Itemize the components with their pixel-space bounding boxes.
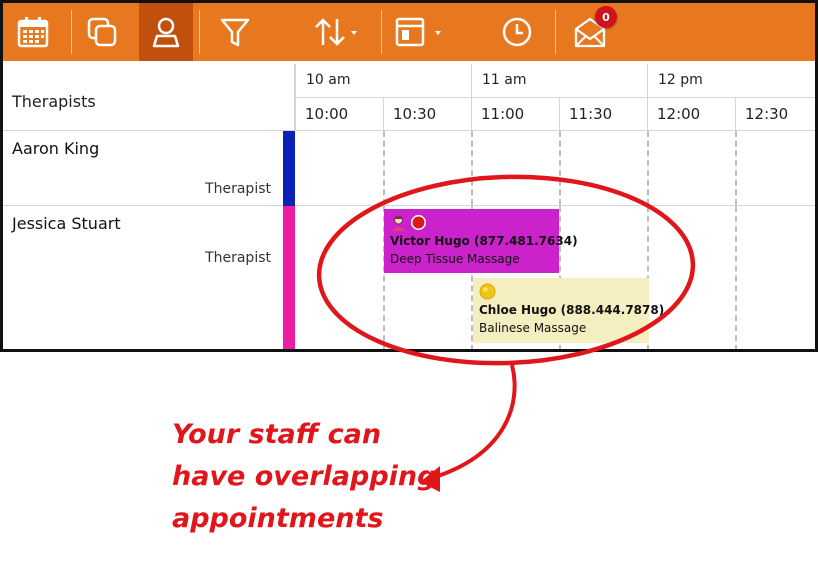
sort-icon [315,18,357,46]
appointment-card[interactable]: Chloe Hugo (888.444.7878) Balinese Massa… [473,278,665,343]
calendar-icon [17,17,49,48]
clock-icon [502,17,532,47]
clock-button[interactable] [490,3,544,61]
scheduler-window: 0 Therapists 10 am 11 am 12 pm 10:00 10:… [0,0,818,352]
time-cells-row[interactable] [295,131,815,206]
appointment-client: Victor Hugo (877.481.7634) [390,234,578,248]
slot-header: 10:00 [295,98,383,131]
resource-header-label: Therapists [12,92,96,111]
mail-button[interactable]: 0 [563,3,617,61]
filter-icon [220,18,250,47]
calendar-button[interactable] [6,3,60,61]
status-yellow-icon [479,283,496,299]
slot-header: 12:30 [735,98,815,131]
layout-button[interactable] [389,3,449,61]
client-avatar-icon [391,215,406,231]
hour-header-10am: 10 am [295,64,471,98]
layout-icon [395,17,441,47]
resource-row-aaron-king[interactable]: Aaron King Therapist [3,131,283,206]
caption-line: have overlapping [172,461,437,492]
multi-window-icon [87,17,117,47]
resource-color-bar [283,131,295,206]
appointment-card[interactable]: Victor Hugo (877.481.7634) Deep Tissue M… [384,209,578,273]
schedule-grid: Therapists 10 am 11 am 12 pm 10:00 10:30… [3,64,815,349]
hour-header-12pm: 12 pm [647,64,815,98]
status-red-icon [411,214,426,230]
pointer-arrow [431,364,517,480]
multi-window-button[interactable] [75,3,129,61]
slot-header: 11:30 [559,98,647,131]
person-icon [152,17,180,48]
caption-line: Your staff can [172,419,382,450]
annotation-caption: Your staff can have overlapping appointm… [172,414,437,540]
caption-line: appointments [172,503,384,534]
filter-button[interactable] [208,3,262,61]
appointment-service: Balinese Massage [479,321,587,335]
resource-role: Therapist [205,181,271,197]
appointment-service: Deep Tissue Massage [390,252,520,266]
resource-header: Therapists [3,64,295,131]
person-view-button[interactable] [139,3,193,61]
resource-name: Aaron King [12,139,100,158]
resource-row-jessica-stuart[interactable]: Jessica Stuart Therapist [3,206,283,349]
resource-role: Therapist [205,250,271,266]
slot-header: 11:00 [471,98,559,131]
resource-name: Jessica Stuart [12,214,121,233]
slot-header: 10:30 [383,98,471,131]
slot-header: 12:00 [647,98,735,131]
unread-count-badge: 0 [595,6,617,28]
appointment-client: Chloe Hugo (888.444.7878) [479,303,665,317]
toolbar: 0 [3,3,815,61]
resource-color-bar [283,206,295,349]
sort-button[interactable] [303,3,369,61]
hour-header-11am: 11 am [471,64,647,98]
